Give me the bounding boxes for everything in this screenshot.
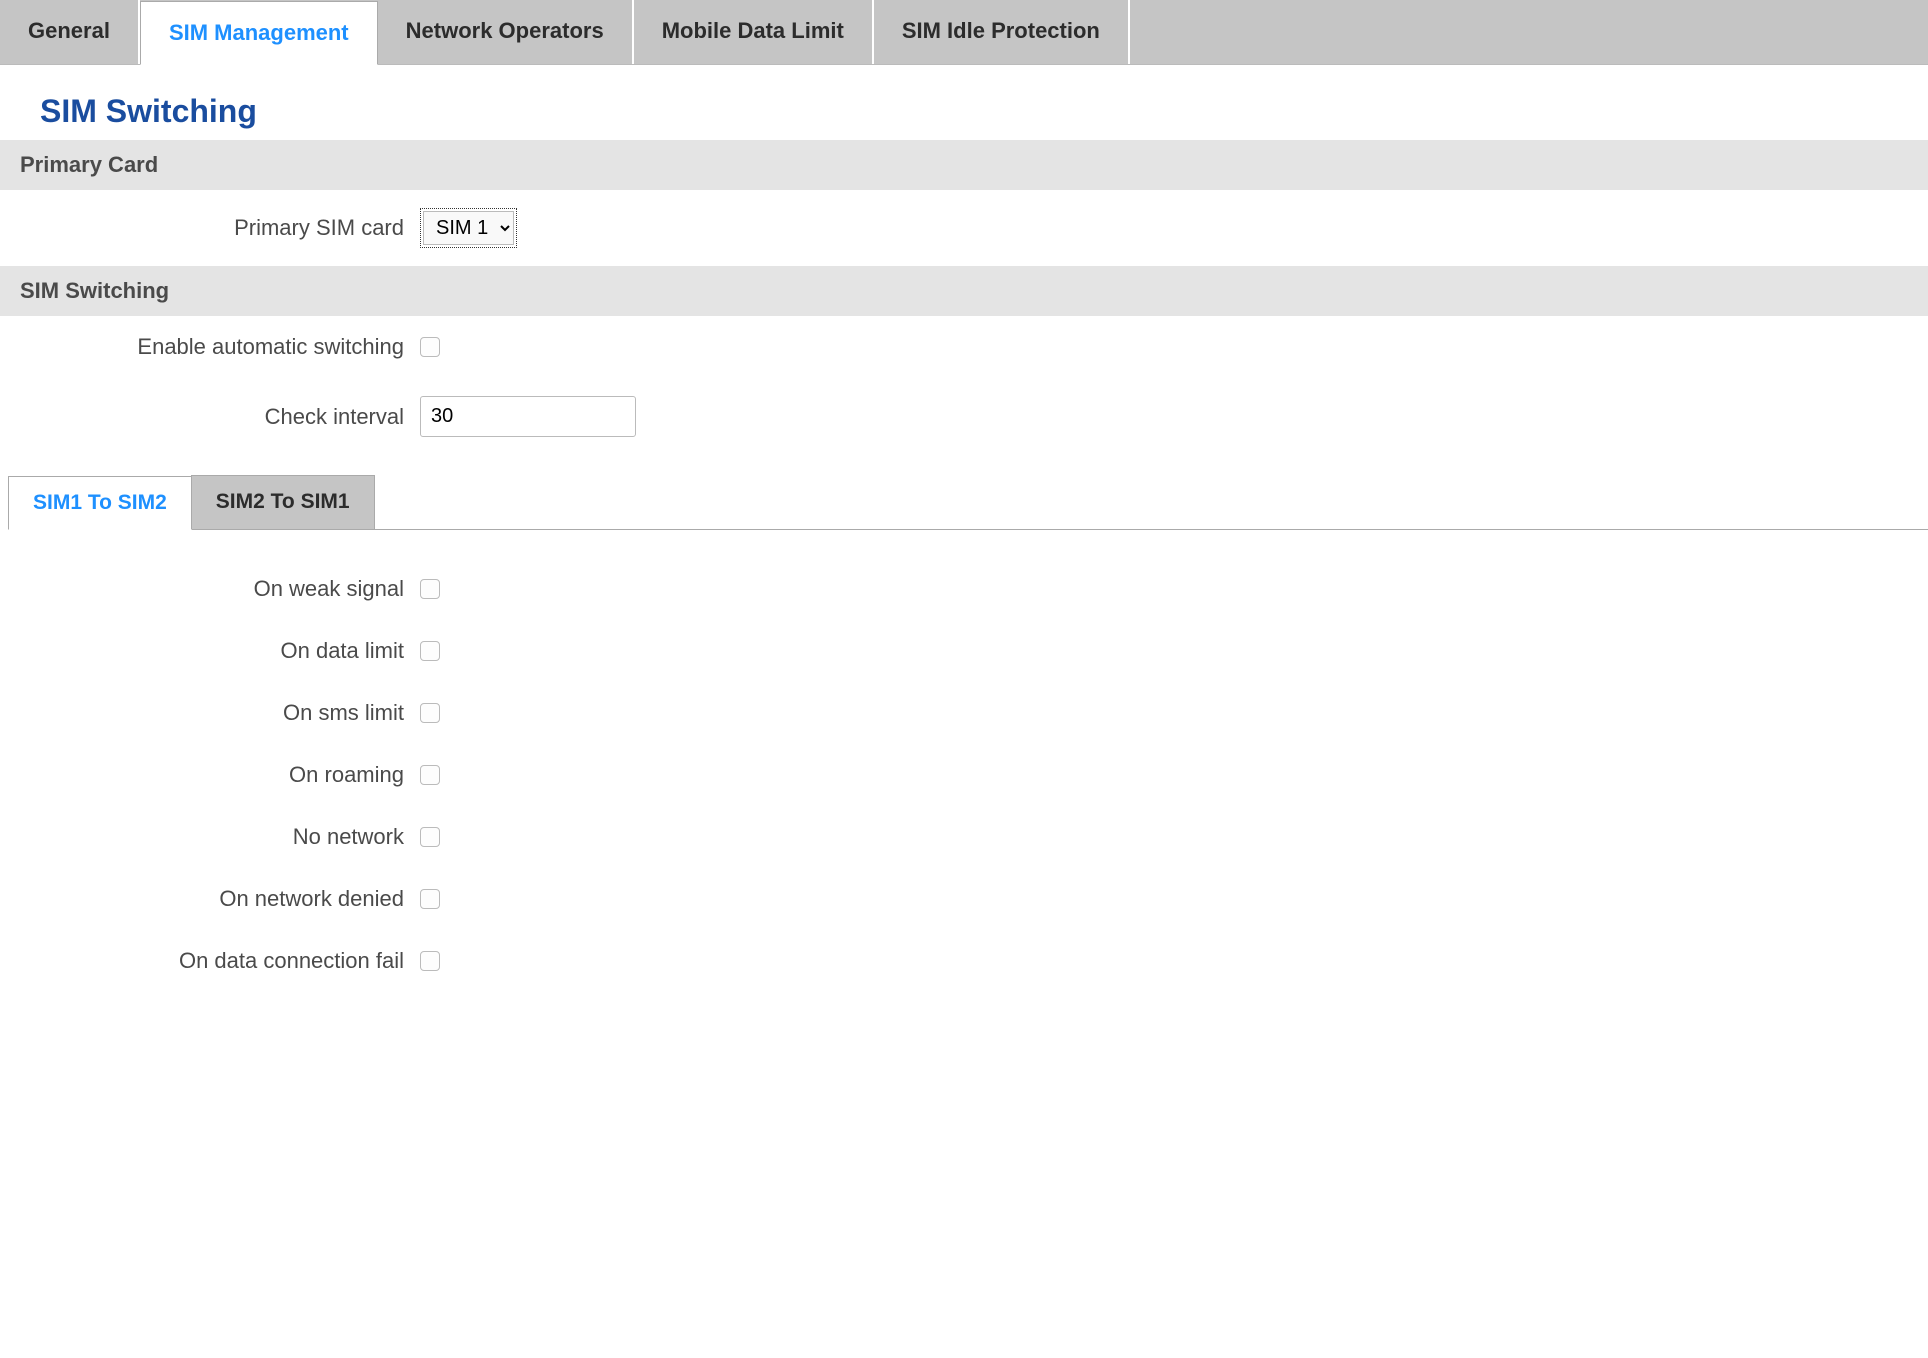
label-on-network-denied: On network denied — [0, 886, 420, 912]
label-on-data-connection-fail: On data connection fail — [0, 948, 420, 974]
row-on-data-limit: On data limit — [0, 620, 1928, 682]
label-on-weak-signal: On weak signal — [0, 576, 420, 602]
input-check-interval[interactable] — [420, 396, 636, 437]
checkbox-on-weak-signal[interactable] — [420, 579, 440, 599]
label-primary-sim: Primary SIM card — [0, 215, 420, 241]
row-on-sms-limit: On sms limit — [0, 682, 1928, 744]
row-on-network-denied: On network denied — [0, 868, 1928, 930]
section-sim-switching-header: SIM Switching — [0, 266, 1928, 316]
tab-sim-idle-protection[interactable]: SIM Idle Protection — [874, 0, 1130, 64]
top-tabs: General SIM Management Network Operators… — [0, 0, 1928, 65]
checkbox-on-sms-limit[interactable] — [420, 703, 440, 723]
checkbox-on-data-limit[interactable] — [420, 641, 440, 661]
checkbox-on-data-connection-fail[interactable] — [420, 951, 440, 971]
select-wrap-primary-sim: SIM 1 — [420, 208, 517, 248]
label-on-sms-limit: On sms limit — [0, 700, 420, 726]
tab-general[interactable]: General — [0, 0, 140, 64]
tab-sim-management[interactable]: SIM Management — [140, 1, 378, 65]
section-primary-card-header: Primary Card — [0, 140, 1928, 190]
checkbox-no-network[interactable] — [420, 827, 440, 847]
row-enable-auto: Enable automatic switching — [0, 316, 1928, 378]
label-no-network: No network — [0, 824, 420, 850]
tab-network-operators[interactable]: Network Operators — [378, 0, 634, 64]
row-check-interval: Check interval — [0, 378, 1928, 455]
tab-mobile-data-limit[interactable]: Mobile Data Limit — [634, 0, 874, 64]
sub-content: On weak signal On data limit On sms limi… — [0, 530, 1928, 992]
checkbox-on-network-denied[interactable] — [420, 889, 440, 909]
row-primary-sim: Primary SIM card SIM 1 — [0, 190, 1928, 266]
label-check-interval: Check interval — [0, 404, 420, 430]
subtab-sim1-to-sim2[interactable]: SIM1 To SIM2 — [8, 476, 192, 530]
checkbox-on-roaming[interactable] — [420, 765, 440, 785]
subtab-sim2-to-sim1[interactable]: SIM2 To SIM1 — [191, 475, 375, 529]
page-title: SIM Switching — [0, 65, 1928, 140]
row-on-roaming: On roaming — [0, 744, 1928, 806]
label-on-roaming: On roaming — [0, 762, 420, 788]
row-on-data-connection-fail: On data connection fail — [0, 930, 1928, 992]
checkbox-enable-auto[interactable] — [420, 337, 440, 357]
label-enable-auto: Enable automatic switching — [0, 334, 420, 360]
row-on-weak-signal: On weak signal — [0, 558, 1928, 620]
select-primary-sim[interactable]: SIM 1 — [423, 211, 514, 245]
sub-tabs: SIM1 To SIM2 SIM2 To SIM1 — [8, 475, 1928, 530]
label-on-data-limit: On data limit — [0, 638, 420, 664]
row-no-network: No network — [0, 806, 1928, 868]
